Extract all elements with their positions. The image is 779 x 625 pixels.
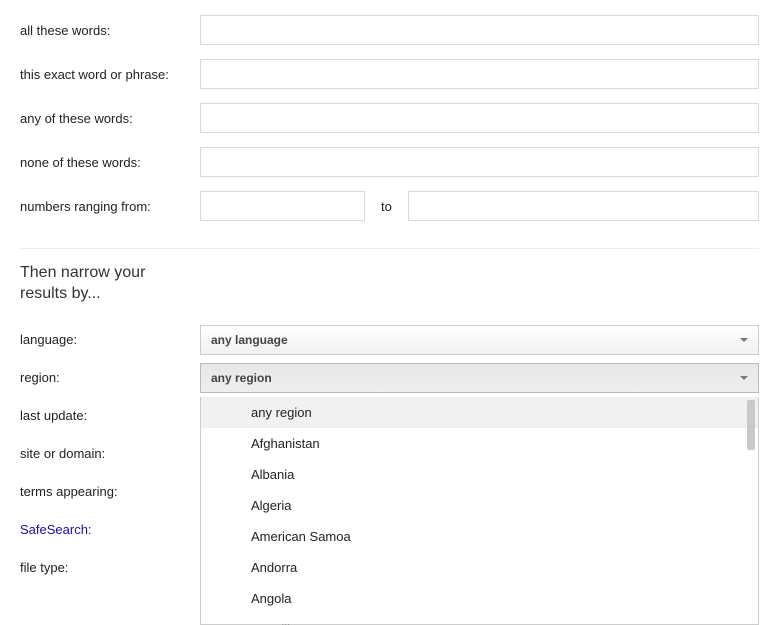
label-all-words: all these words: <box>20 23 200 38</box>
chevron-down-icon <box>740 376 748 380</box>
select-region[interactable]: any region <box>200 363 759 393</box>
section-divider <box>20 248 759 249</box>
label-last-update: last update: <box>20 408 200 423</box>
input-all-words[interactable] <box>200 15 759 45</box>
scrollbar-thumb[interactable] <box>747 400 755 450</box>
label-file-type: file type: <box>20 560 200 575</box>
region-option[interactable]: American Samoa <box>201 521 758 552</box>
input-range-to[interactable] <box>408 191 759 221</box>
dropdown-and-rows: last update: site or domain: terms appea… <box>0 397 779 587</box>
input-any-words[interactable] <box>200 103 759 133</box>
row-exact-phrase: this exact word or phrase: <box>20 54 759 94</box>
select-language-value: any language <box>211 333 288 347</box>
region-option[interactable]: Anguilla <box>201 614 758 625</box>
region-option[interactable]: Algeria <box>201 490 758 521</box>
chevron-down-icon <box>740 338 748 342</box>
label-safesearch[interactable]: SafeSearch: <box>20 522 200 537</box>
region-option[interactable]: Angola <box>201 583 758 614</box>
label-language: language: <box>20 332 200 347</box>
region-option[interactable]: any region <box>201 397 758 428</box>
row-region: region: any region <box>0 359 779 397</box>
region-dropdown[interactable]: any region Afghanistan Albania Algeria A… <box>200 397 759 625</box>
label-terms-appearing: terms appearing: <box>20 484 200 499</box>
narrow-heading: Then narrow your results by... <box>0 263 200 305</box>
row-all-words: all these words: <box>20 10 759 50</box>
select-language[interactable]: any language <box>200 325 759 355</box>
input-none-words[interactable] <box>200 147 759 177</box>
label-site-domain: site or domain: <box>20 446 200 461</box>
label-range-to: to <box>381 199 392 214</box>
region-option[interactable]: Albania <box>201 459 758 490</box>
find-pages-form: all these words: this exact word or phra… <box>0 10 779 226</box>
input-range-from[interactable] <box>200 191 365 221</box>
select-region-value: any region <box>211 371 272 385</box>
row-none-words: none of these words: <box>20 142 759 182</box>
row-language: language: any language <box>0 321 779 359</box>
label-exact-phrase: this exact word or phrase: <box>20 67 200 82</box>
row-any-words: any of these words: <box>20 98 759 138</box>
region-option[interactable]: Afghanistan <box>201 428 758 459</box>
label-none-words: none of these words: <box>20 155 200 170</box>
region-option[interactable]: Andorra <box>201 552 758 583</box>
input-exact-phrase[interactable] <box>200 59 759 89</box>
row-numbers-range: numbers ranging from: to <box>20 186 759 226</box>
label-numbers-range: numbers ranging from: <box>20 199 200 214</box>
label-any-words: any of these words: <box>20 111 200 126</box>
label-region: region: <box>20 370 200 385</box>
